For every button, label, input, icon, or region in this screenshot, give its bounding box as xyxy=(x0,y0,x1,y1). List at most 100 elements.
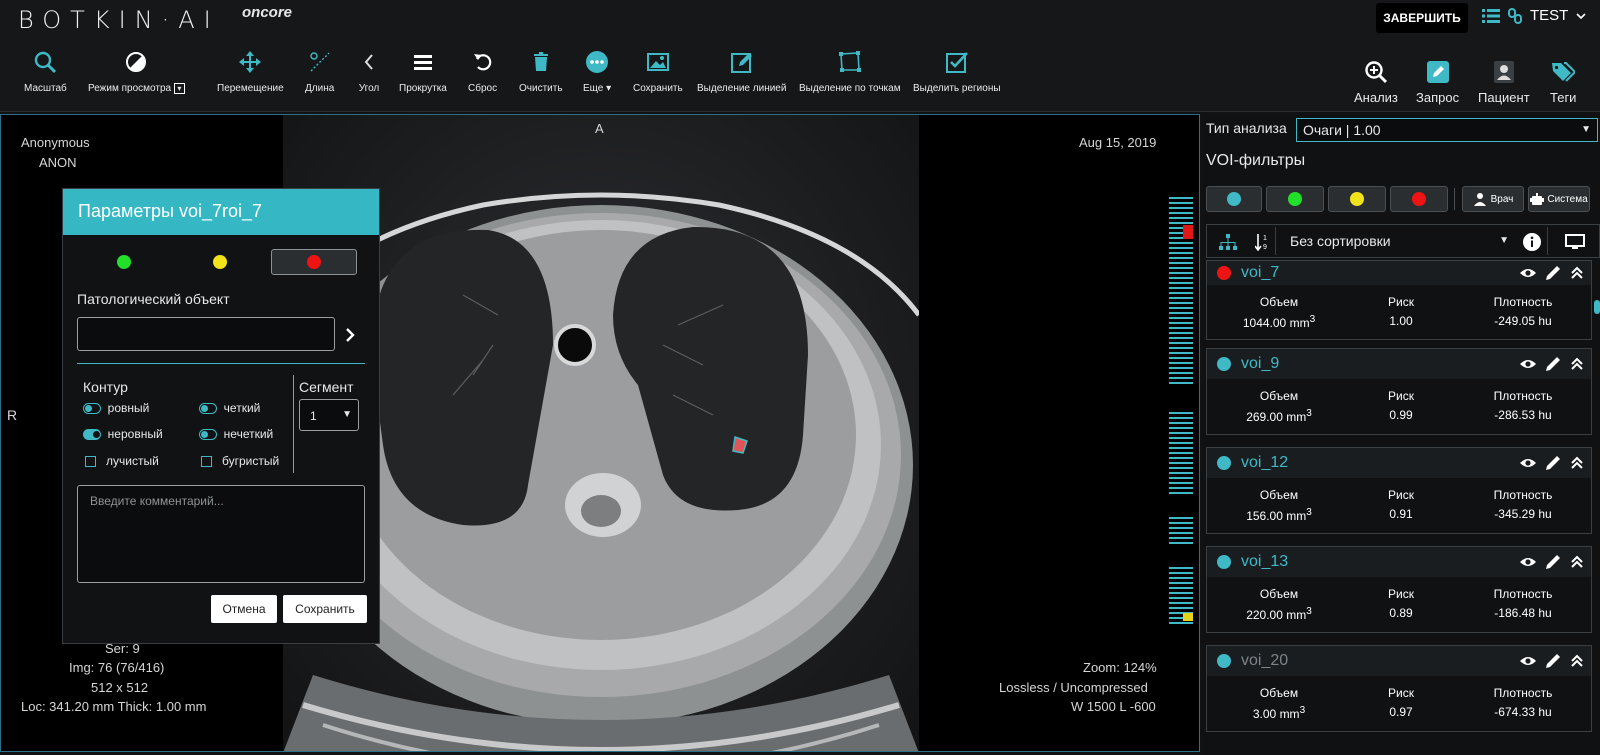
monitor-icon[interactable] xyxy=(1565,234,1585,250)
move-icon xyxy=(239,51,262,73)
analysis-button[interactable]: Анализ xyxy=(1354,60,1398,105)
patho-label: Патологический объект xyxy=(77,291,230,307)
voi-risk: 0.97 xyxy=(1389,705,1413,719)
eye-icon[interactable] xyxy=(1519,358,1537,370)
voi-stats: Объем 269.00 mm3 Риск 0.99 Плотность -286.5… xyxy=(1207,379,1591,424)
chevron-down-icon[interactable] xyxy=(1576,12,1586,20)
voi-color-dot xyxy=(1217,357,1231,371)
collapse-icon[interactable] xyxy=(1571,266,1583,280)
info-icon[interactable] xyxy=(1523,233,1541,251)
user-name[interactable]: TEST xyxy=(1530,7,1568,24)
cancel-button[interactable]: Отмена xyxy=(211,595,277,623)
link-icon[interactable] xyxy=(1508,7,1522,24)
voi-volume: 3.00 xyxy=(1252,707,1277,721)
reset-tool[interactable]: Сброс xyxy=(468,50,497,94)
edit-icon xyxy=(1426,61,1449,83)
finish-button[interactable]: ЗАВЕРШИТЬ xyxy=(1376,3,1468,33)
filter-yellow-button[interactable] xyxy=(1328,186,1386,212)
dialog-title: Параметры voi_7roi_7 xyxy=(63,189,379,235)
eye-icon[interactable] xyxy=(1519,457,1537,469)
patient-icon xyxy=(1493,61,1514,83)
voi-list-scrollbar[interactable] xyxy=(1594,300,1600,314)
patient-name: Anonymous xyxy=(21,135,90,150)
checkbox-icon xyxy=(85,456,96,468)
yellow-dot xyxy=(213,255,227,269)
voi-card[interactable]: voi_13 Объем 220.00 mm3 Риск 0.89 Плотност… xyxy=(1206,546,1592,633)
color-red-button[interactable] xyxy=(271,249,357,275)
save-tool[interactable]: Сохранить xyxy=(633,50,683,94)
option-uneven[interactable]: неровный xyxy=(83,427,163,441)
voi-risk: 0.89 xyxy=(1389,606,1413,620)
pencil-icon[interactable] xyxy=(1545,554,1561,570)
segment-select[interactable]: 1 ▼ xyxy=(299,399,359,431)
request-button[interactable]: Запрос xyxy=(1416,60,1459,105)
sort-icon[interactable]: 19 xyxy=(1255,233,1269,251)
point-select-tool[interactable]: Выделение по точкам xyxy=(799,50,901,94)
voi-color-dot xyxy=(1217,266,1231,280)
angle-tool[interactable]: Угол xyxy=(357,50,381,94)
pencil-icon[interactable] xyxy=(1545,265,1561,281)
list-icon[interactable] xyxy=(1482,8,1500,24)
line-select-tool[interactable]: Выделение линией xyxy=(697,50,786,94)
select-regions-tool[interactable]: Выделить регионы xyxy=(913,50,1001,94)
view-mode-tool[interactable]: Режим просмотра ▾ xyxy=(88,50,185,94)
slice-scrollbar[interactable] xyxy=(1169,197,1193,627)
zoom-tool[interactable]: Масштаб xyxy=(24,50,67,94)
main-toolbar: Масштаб Режим просмотра ▾ Перемещение Дл… xyxy=(0,36,1600,112)
save-button[interactable]: Сохранить xyxy=(283,595,367,623)
eye-icon[interactable] xyxy=(1519,267,1537,279)
orientation-top: A xyxy=(595,121,604,136)
option-unclear[interactable]: нечеткий xyxy=(199,427,273,441)
voi-stats: Объем 156.00 mm3 Риск 0.91 Плотность -345.2… xyxy=(1207,478,1591,523)
option-clear[interactable]: четкий xyxy=(199,401,260,415)
voi-density: -674.33 hu xyxy=(1494,705,1552,719)
voi-card[interactable]: voi_20 Объем 3.00 mm3 Риск 0.97 Плотность -… xyxy=(1206,645,1592,732)
voi-card[interactable]: voi_9 Объем 269.00 mm3 Риск 0.99 Плотность… xyxy=(1206,348,1592,435)
filter-red-button[interactable] xyxy=(1390,186,1448,212)
option-tuberous[interactable]: бугристый xyxy=(201,454,279,468)
scroll-tool[interactable]: Прокрутка xyxy=(399,50,447,94)
tags-button[interactable]: Теги xyxy=(1550,60,1576,105)
collapse-icon[interactable] xyxy=(1571,555,1583,569)
collapse-icon[interactable] xyxy=(1571,456,1583,470)
color-green-button[interactable] xyxy=(81,249,167,275)
filter-doctor-button[interactable]: Врач xyxy=(1462,186,1524,212)
view-mode-menu-icon: ▾ xyxy=(173,83,185,94)
more-tool[interactable]: Еще ▾ xyxy=(583,50,611,94)
option-smooth[interactable]: ровный xyxy=(83,401,149,415)
patho-input[interactable] xyxy=(77,317,335,351)
filter-system-button[interactable]: Система xyxy=(1528,186,1590,212)
analysis-type-label: Тип анализа xyxy=(1206,120,1287,136)
slice-gap xyxy=(1169,387,1193,409)
pencil-icon[interactable] xyxy=(1545,455,1561,471)
eye-icon[interactable] xyxy=(1519,655,1537,667)
voi-density: -186.48 hu xyxy=(1494,606,1552,620)
voi-card[interactable]: voi_7 Объем 1044.00 mm3 Риск 1.00 Плотност… xyxy=(1206,260,1592,340)
clear-tool[interactable]: Очистить xyxy=(519,50,563,94)
collapse-icon[interactable] xyxy=(1571,357,1583,371)
length-tool[interactable]: Длина xyxy=(305,50,334,94)
patient-button[interactable]: Пациент xyxy=(1478,60,1530,105)
sort-divider xyxy=(1547,227,1548,255)
comment-textarea[interactable]: Введите комментарий... xyxy=(77,485,365,583)
hierarchy-icon[interactable] xyxy=(1219,234,1237,250)
option-radiant[interactable]: лучистый xyxy=(85,454,159,468)
voi-card[interactable]: voi_12 Объем 156.00 mm3 Риск 0.91 Плотност… xyxy=(1206,447,1592,534)
sort-select[interactable]: Без сортировки ▼ xyxy=(1275,227,1515,255)
collapse-icon[interactable] xyxy=(1571,654,1583,668)
color-yellow-button[interactable] xyxy=(177,249,263,275)
filter-green-button[interactable] xyxy=(1266,186,1324,212)
eye-icon[interactable] xyxy=(1519,556,1537,568)
pencil-icon[interactable] xyxy=(1545,356,1561,372)
analysis-type-select[interactable]: Очаги | 1.00 ▼ xyxy=(1296,118,1598,142)
green-dot xyxy=(1288,192,1302,206)
chevron-right-icon[interactable] xyxy=(345,328,355,342)
sort-bar: 19 Без сортировки ▼ xyxy=(1206,224,1600,258)
toggle-on-icon xyxy=(83,429,101,441)
pan-tool[interactable]: Перемещение xyxy=(217,50,284,94)
filter-cyan-button[interactable] xyxy=(1206,186,1262,212)
image-info: Img: 76 (76/416) xyxy=(69,660,165,675)
pencil-icon[interactable] xyxy=(1545,653,1561,669)
voi-name: voi_12 xyxy=(1241,454,1289,471)
dots-icon xyxy=(586,51,609,73)
